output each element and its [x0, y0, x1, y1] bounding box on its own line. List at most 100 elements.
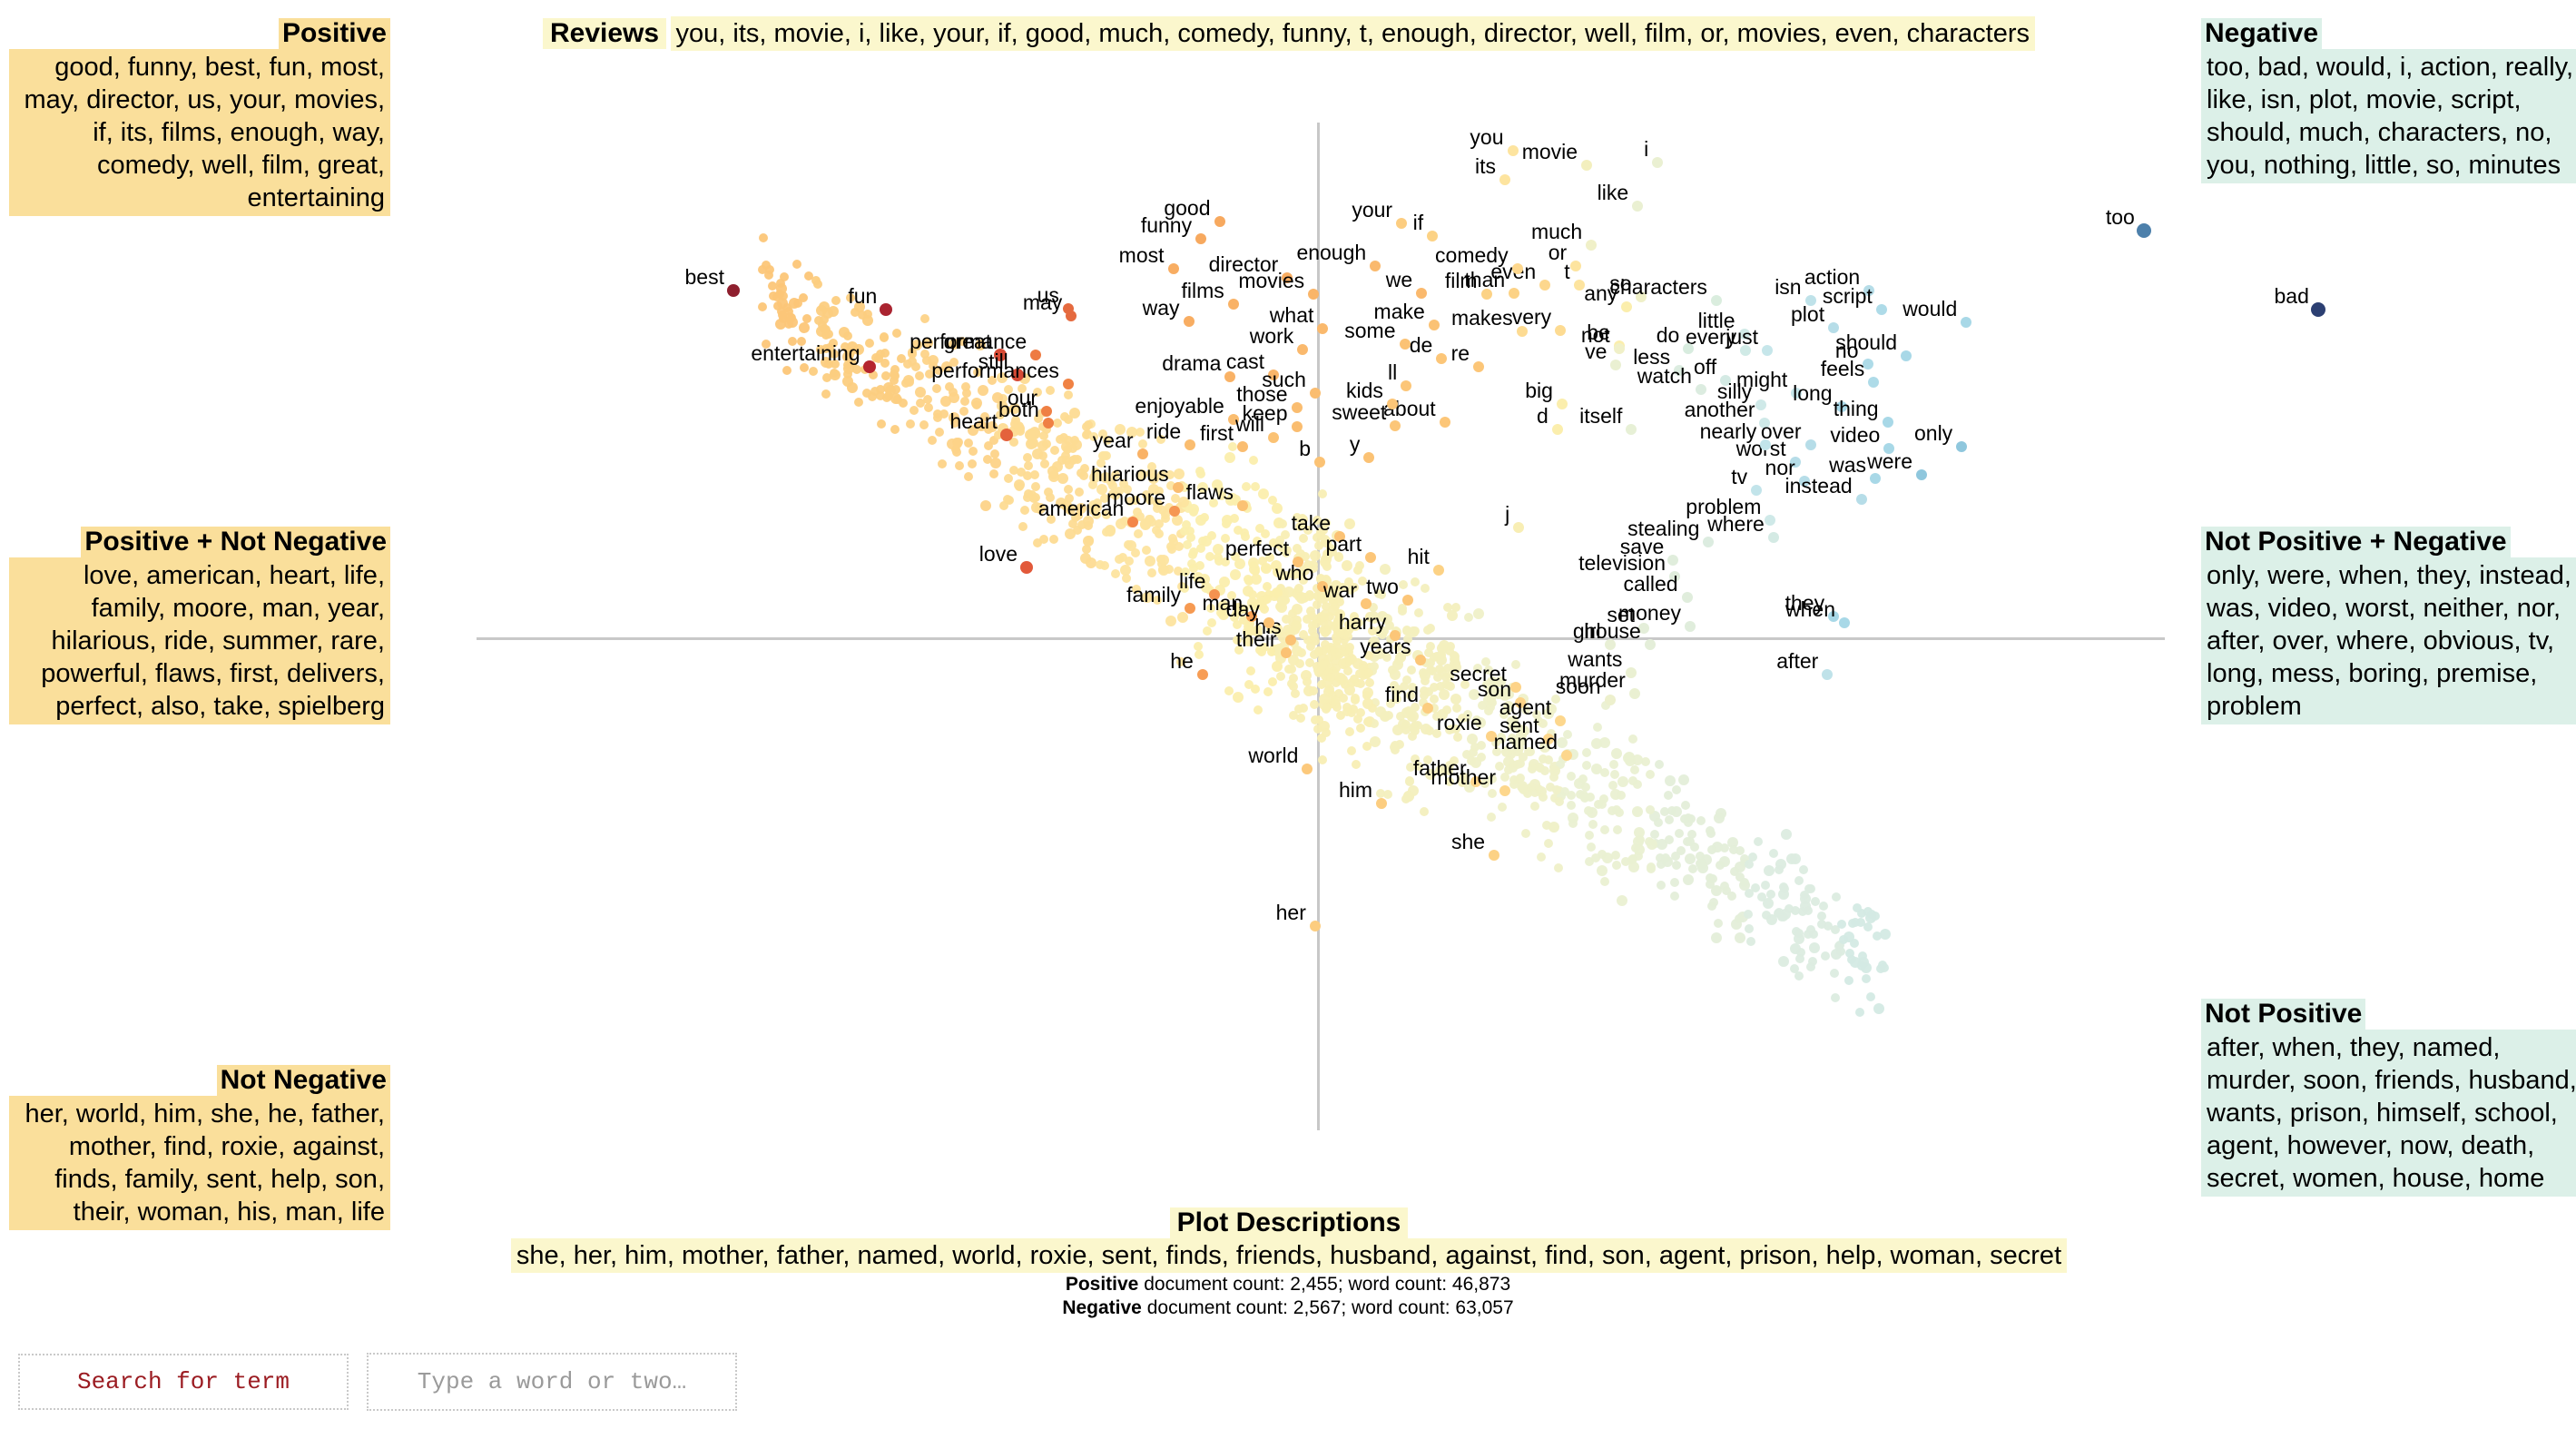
- scatter-point-label[interactable]: watch: [1637, 366, 1692, 387]
- scatter-point-labeled[interactable]: [1511, 262, 1523, 274]
- scatter-point-labeled[interactable]: [1586, 240, 1598, 251]
- scatter-point-labeled[interactable]: [1789, 456, 1801, 468]
- scatter-point-label[interactable]: girl: [1573, 621, 1601, 642]
- scatter-point-label[interactable]: best: [685, 266, 724, 288]
- scatter-point-label[interactable]: harry: [1339, 612, 1386, 633]
- scatter-point-label[interactable]: our: [1008, 388, 1037, 409]
- scatter-point-labeled[interactable]: [1883, 443, 1895, 455]
- scatter-point-label[interactable]: such: [1262, 370, 1306, 390]
- scatter-point-label[interactable]: movie: [1522, 142, 1578, 163]
- scatter-point-labeled[interactable]: [1227, 299, 1239, 310]
- scatter-point-label[interactable]: him: [1339, 779, 1372, 801]
- scatter-point-label[interactable]: about: [1383, 398, 1436, 419]
- scatter-point-label[interactable]: take: [1292, 512, 1331, 534]
- scatter-point-label[interactable]: two: [1366, 576, 1399, 597]
- scatter-point-label[interactable]: she: [1451, 831, 1485, 852]
- scatter-point-labeled[interactable]: [1480, 289, 1492, 300]
- scatter-point-labeled[interactable]: [1507, 145, 1519, 157]
- scatter-point-label[interactable]: murder: [1559, 670, 1626, 691]
- scatter-point-label[interactable]: son: [1478, 679, 1511, 700]
- scatter-point-label[interactable]: its: [1475, 155, 1496, 177]
- scatter-point-labeled[interactable]: [1030, 349, 1042, 360]
- scatter-point-label[interactable]: like: [1598, 182, 1629, 203]
- scatter-point-labeled[interactable]: [1740, 345, 1752, 357]
- scatter-point-label[interactable]: problem: [1686, 496, 1761, 517]
- scatter-point-label[interactable]: where: [1707, 514, 1765, 535]
- scatter-point-labeled[interactable]: [1499, 173, 1510, 185]
- scatter-point-label[interactable]: or: [1549, 241, 1567, 263]
- scatter-point-labeled[interactable]: [1515, 697, 1526, 709]
- scatter-point-labeled[interactable]: [1401, 379, 1412, 391]
- scatter-point-labeled[interactable]: [1167, 262, 1179, 274]
- scatter-point-label[interactable]: set: [1607, 604, 1635, 626]
- scatter-point-labeled[interactable]: [1370, 260, 1381, 271]
- scatter-point-labeled[interactable]: [1581, 160, 1593, 171]
- scatter-point-labeled[interactable]: [1862, 358, 1873, 370]
- scatter-point-label[interactable]: performance: [909, 330, 1027, 352]
- scatter-point-labeled[interactable]: [1720, 375, 1732, 387]
- scatter-point-labeled[interactable]: [1308, 289, 1320, 300]
- scatter-point-labeled[interactable]: [1263, 617, 1274, 629]
- scatter-point-label[interactable]: no: [1835, 340, 1859, 361]
- scatter-point-labeled[interactable]: [1539, 280, 1551, 291]
- scatter-point-labeled[interactable]: [1237, 440, 1248, 452]
- scatter-point-labeled[interactable]: [1669, 570, 1680, 582]
- scatter-point-labeled[interactable]: [1432, 564, 1444, 576]
- scatter-point-label[interactable]: some: [1344, 320, 1395, 341]
- scatter-point-label[interactable]: when: [1785, 599, 1835, 620]
- scatter-point-label[interactable]: video: [1830, 425, 1880, 446]
- scatter-point-labeled[interactable]: [999, 428, 1013, 441]
- scatter-point-labeled[interactable]: [1804, 295, 1816, 307]
- scatter-point-label[interactable]: plot: [1791, 303, 1824, 325]
- scatter-point-label[interactable]: nor: [1765, 457, 1795, 478]
- scatter-point-label[interactable]: big: [1525, 379, 1553, 401]
- scatter-point-label[interactable]: great: [944, 330, 991, 352]
- scatter-point-labeled[interactable]: [1570, 260, 1582, 271]
- scatter-point-label[interactable]: sweet: [1332, 401, 1386, 423]
- scatter-point-labeled[interactable]: [1302, 763, 1313, 774]
- scatter-point-label[interactable]: first: [1200, 422, 1234, 444]
- scatter-point-labeled[interactable]: [1791, 388, 1803, 399]
- scatter-point-label[interactable]: only: [1914, 422, 1952, 444]
- scatter-point-labeled[interactable]: [1237, 499, 1248, 511]
- scatter-point-label[interactable]: too: [2106, 207, 2135, 228]
- scatter-point-label[interactable]: keep: [1243, 403, 1288, 424]
- scatter-point-label[interactable]: even: [1490, 261, 1536, 282]
- search-label[interactable]: Search for term: [18, 1354, 349, 1410]
- scatter-point-label[interactable]: de: [1410, 335, 1433, 356]
- scatter-point-label[interactable]: i: [1644, 139, 1648, 160]
- scatter-point-labeled[interactable]: [1604, 639, 1616, 651]
- scatter-point-label[interactable]: family: [1126, 585, 1181, 606]
- scatter-point-label[interactable]: d: [1537, 406, 1549, 427]
- scatter-point-label[interactable]: worst: [1736, 438, 1786, 459]
- scatter-point-label[interactable]: cast: [1226, 351, 1264, 372]
- scatter-point-labeled[interactable]: [1839, 617, 1850, 629]
- scatter-point-label[interactable]: just: [1726, 327, 1758, 348]
- scatter-point-label[interactable]: called: [1623, 573, 1677, 595]
- scatter-point-label[interactable]: house: [1584, 621, 1641, 642]
- scatter-point-labeled[interactable]: [1863, 284, 1875, 296]
- scatter-point-labeled[interactable]: [1196, 668, 1208, 680]
- scatter-point-label[interactable]: will: [1235, 413, 1264, 435]
- scatter-point-labeled[interactable]: [1436, 353, 1448, 364]
- scatter-point-label[interactable]: mother: [1431, 766, 1496, 788]
- scatter-point-label[interactable]: money: [1618, 603, 1681, 624]
- search-input[interactable]: [367, 1353, 737, 1411]
- scatter-point-labeled[interactable]: [1604, 695, 1616, 706]
- scatter-point-labeled[interactable]: [1626, 424, 1637, 436]
- scatter-point-label[interactable]: funny: [1141, 214, 1192, 236]
- scatter-point-labeled[interactable]: [1738, 329, 1750, 340]
- scatter-point-labeled[interactable]: [1282, 271, 1293, 283]
- scatter-point-labeled[interactable]: [1127, 517, 1139, 528]
- scatter-point-labeled[interactable]: [1227, 413, 1239, 425]
- scatter-point-labeled[interactable]: [1870, 473, 1881, 485]
- scatter-point-label[interactable]: heart: [949, 410, 997, 432]
- scatter-point-labeled[interactable]: [1755, 399, 1767, 411]
- scatter-point-label[interactable]: part: [1325, 533, 1362, 555]
- scatter-point-labeled[interactable]: [1427, 231, 1439, 242]
- scatter-point-labeled[interactable]: [1428, 320, 1440, 331]
- scatter-point-label[interactable]: war: [1323, 579, 1357, 601]
- scatter-point-label[interactable]: b: [1299, 438, 1311, 459]
- scatter-point-label[interactable]: ll: [1388, 361, 1397, 383]
- scatter-point-label[interactable]: was: [1829, 455, 1866, 476]
